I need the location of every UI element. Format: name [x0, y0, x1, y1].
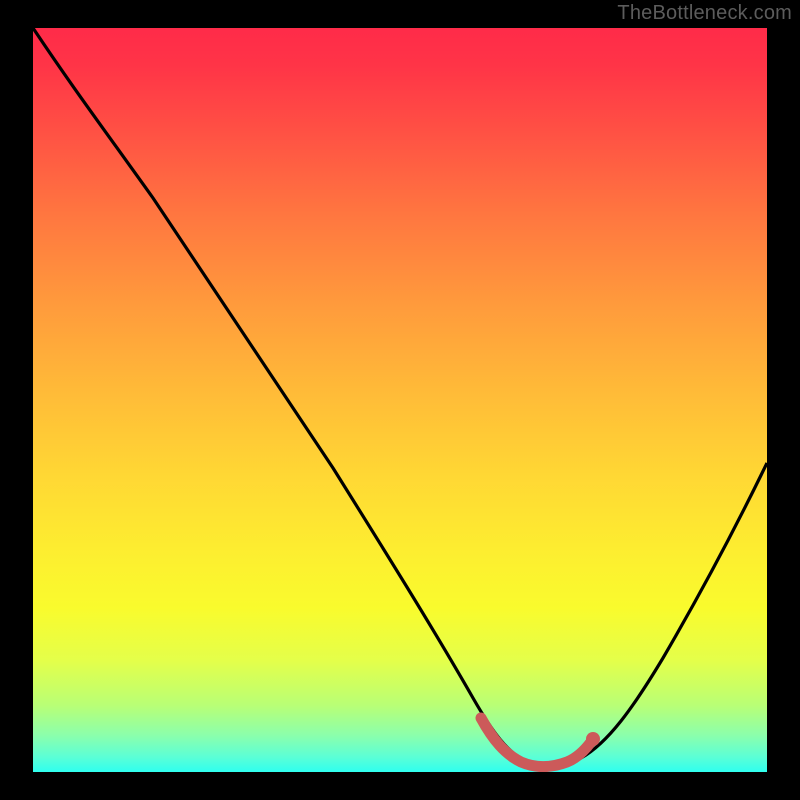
optimal-range-marker: [481, 718, 591, 767]
chart-frame: TheBottleneck.com: [0, 0, 800, 800]
curve-path: [33, 28, 767, 767]
plot-area: [33, 28, 767, 772]
watermark-text: TheBottleneck.com: [617, 2, 792, 25]
bottleneck-curve: [33, 28, 767, 772]
optimal-point-dot: [586, 732, 600, 746]
